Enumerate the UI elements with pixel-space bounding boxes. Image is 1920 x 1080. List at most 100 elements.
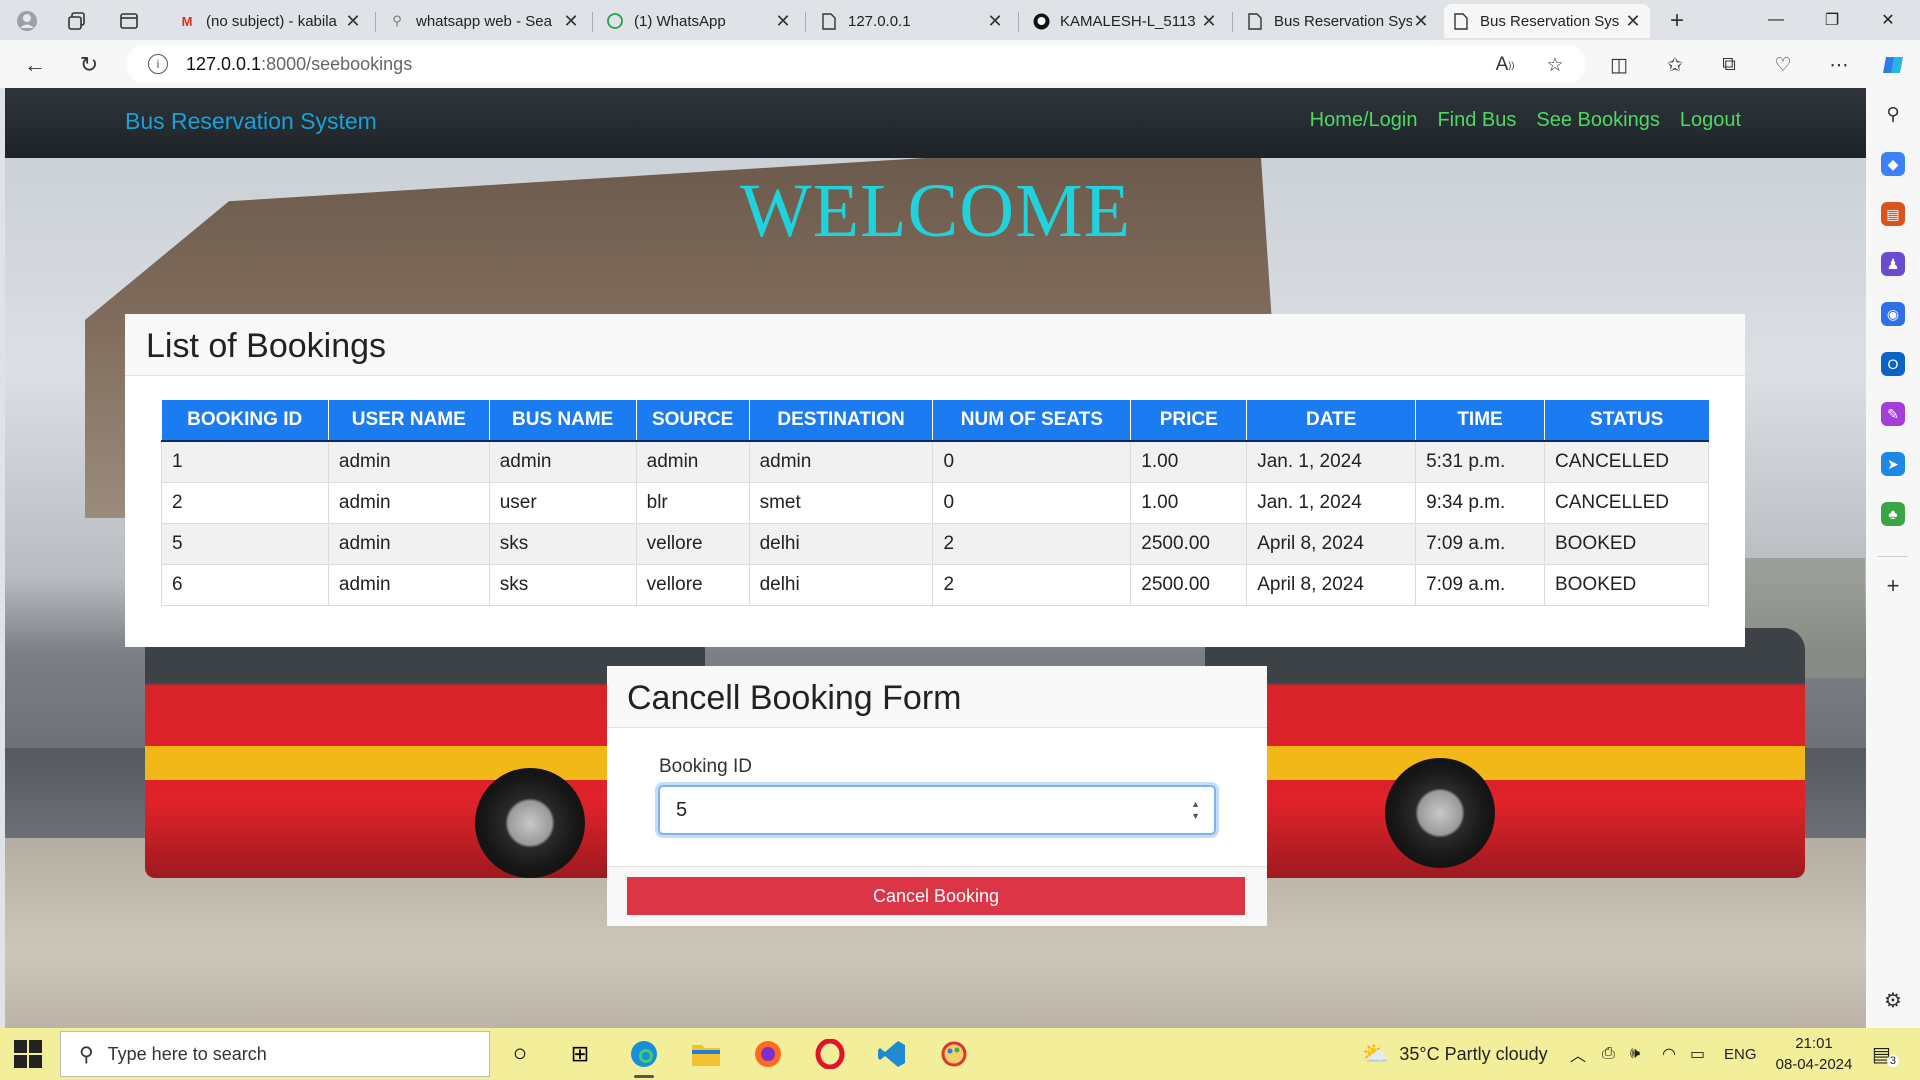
nav-link-home-login[interactable]: Home/Login (1310, 109, 1418, 132)
games-icon[interactable]: ♟ (1881, 252, 1905, 276)
col-user-name: USER NAME (328, 400, 490, 442)
tab-bus-reservation-active[interactable]: Bus Reservation Sys ✕ (1444, 4, 1650, 38)
weather-widget[interactable]: ⛅ 35°C Partly cloudy (1362, 1028, 1548, 1080)
table-header-row: BOOKING ID USER NAME BUS NAME SOURCE DES… (161, 400, 1709, 442)
cancel-booking-button[interactable]: Cancel Booking (627, 877, 1245, 915)
weather-partly-cloudy-icon: ⛅ (1362, 1041, 1390, 1066)
firefox-icon[interactable] (750, 1036, 786, 1072)
cell-time: 7:09 a.m. (1415, 522, 1545, 565)
cell-date: Jan. 1, 2024 (1246, 440, 1417, 483)
workspaces-icon[interactable] (64, 8, 90, 34)
clock-time: 21:01 (1795, 1035, 1833, 1052)
minimize-icon[interactable]: — (1756, 6, 1796, 34)
wifi-icon[interactable]: ◠ (1662, 1028, 1676, 1080)
taskbar-search-box[interactable]: ⚲ Type here to search (60, 1031, 490, 1077)
vscode-icon[interactable] (874, 1036, 910, 1072)
cell-status: CANCELLED (1543, 481, 1710, 524)
background-bus-right (1205, 628, 1805, 878)
close-tab-icon[interactable]: ✕ (562, 11, 580, 32)
send-icon[interactable]: ➤ (1881, 452, 1905, 476)
back-icon[interactable]: ← (20, 50, 50, 80)
tab-search[interactable]: ⚲ whatsapp web - Sea ✕ (380, 4, 588, 38)
cell-bus-name: sks (488, 563, 637, 606)
url-field[interactable]: i 127.0.0.1:8000/seebookings (126, 45, 1586, 83)
cell-date: April 8, 2024 (1246, 522, 1417, 565)
nav-link-find-bus[interactable]: Find Bus (1437, 109, 1516, 132)
close-tab-icon[interactable]: ✕ (774, 11, 792, 32)
close-window-icon[interactable]: ✕ (1868, 6, 1908, 34)
microsoft-365-icon[interactable]: ◉ (1881, 302, 1905, 326)
file-explorer-icon[interactable] (688, 1036, 724, 1072)
col-time: TIME (1415, 400, 1545, 442)
cell-destination: smet (748, 481, 934, 524)
tab-localhost[interactable]: 127.0.0.1 ✕ (812, 4, 1012, 38)
favorites-icon[interactable]: ✩ (1660, 50, 1690, 80)
spinner-down-icon[interactable]: ▼ (1191, 810, 1200, 822)
col-num-of-seats: NUM OF SEATS (932, 400, 1132, 442)
speaker-icon[interactable]: 🕪 (1630, 1028, 1640, 1080)
new-tab-icon[interactable]: + (1664, 7, 1690, 34)
settings-gear-icon[interactable]: ⚙ (1881, 988, 1905, 1012)
cortana-icon[interactable]: ○ (502, 1036, 538, 1072)
collections-icon[interactable]: ⧉ (1714, 50, 1744, 80)
task-view-icon[interactable]: ⊞ (562, 1036, 598, 1072)
browser-essentials-icon[interactable]: ♡ (1768, 50, 1798, 80)
device-icon[interactable]: ⎙ (1602, 1028, 1615, 1080)
add-icon[interactable]: + (1881, 573, 1905, 598)
tab-bus-reservation-1[interactable]: Bus Reservation Sys ✕ (1238, 4, 1438, 38)
col-status: STATUS (1544, 400, 1709, 442)
designer-icon[interactable]: ✎ (1881, 402, 1905, 426)
taskbar-clock[interactable]: 21:01 08-04-2024 (1770, 1033, 1858, 1075)
more-options-icon[interactable]: ⋯ (1824, 50, 1854, 80)
col-destination: DESTINATION (749, 400, 934, 442)
copilot-icon[interactable] (1878, 50, 1908, 80)
spinner-up-icon[interactable]: ▲ (1191, 798, 1200, 810)
restore-icon[interactable]: ❐ (1812, 6, 1852, 34)
read-aloud-icon[interactable]: A)) (1490, 50, 1520, 80)
cell-user-name: admin (327, 563, 490, 606)
nav-links: Home/Login Find Bus See Bookings Logout (1310, 109, 1741, 132)
edge-taskbar-icon[interactable] (626, 1036, 662, 1078)
battery-icon[interactable]: ▭ (1690, 1028, 1705, 1080)
bus-wheel (475, 768, 585, 878)
tab-whatsapp[interactable]: (1) WhatsApp ✕ (598, 4, 800, 38)
site-info-icon[interactable]: i (148, 54, 168, 74)
search-icon[interactable]: ⚲ (1881, 102, 1905, 126)
close-tab-icon[interactable]: ✕ (344, 11, 362, 32)
cancel-form-title: Cancell Booking Form (607, 666, 1267, 728)
notification-center-icon[interactable]: ▤ 3 (1872, 1028, 1900, 1080)
shopping-icon[interactable]: ◆ (1881, 152, 1905, 176)
close-tab-icon[interactable]: ✕ (986, 11, 1004, 32)
split-screen-icon[interactable]: ◫ (1604, 50, 1634, 80)
tab-github[interactable]: KAMALESH-L_5113 ✕ (1024, 4, 1226, 38)
language-indicator[interactable]: ENG (1724, 1028, 1757, 1080)
favorite-star-icon[interactable]: ☆ (1540, 50, 1570, 80)
close-tab-icon[interactable]: ✕ (1624, 11, 1642, 32)
tab-gmail[interactable]: M (no subject) - kabila ✕ (170, 4, 370, 38)
close-tab-icon[interactable]: ✕ (1200, 11, 1218, 32)
close-tab-icon[interactable]: ✕ (1412, 11, 1430, 32)
cell-bus-name: admin (488, 440, 637, 483)
col-source: SOURCE (636, 400, 750, 442)
booking-id-input[interactable]: 5 ▲ ▼ (658, 785, 1216, 835)
cell-time: 9:34 p.m. (1415, 481, 1545, 524)
tools-icon[interactable]: ▤ (1881, 202, 1905, 226)
paint-app-icon[interactable] (936, 1036, 972, 1072)
github-icon (1032, 12, 1050, 30)
col-booking-id: BOOKING ID (161, 400, 329, 442)
site-brand[interactable]: Bus Reservation System (125, 108, 377, 135)
cell-num-of-seats: 0 (932, 440, 1132, 483)
cell-source: vellore (635, 563, 750, 606)
refresh-icon[interactable]: ↻ (74, 50, 104, 80)
tab-actions-icon[interactable] (116, 8, 142, 34)
outlook-icon[interactable]: O (1881, 352, 1905, 376)
number-spinner[interactable]: ▲ ▼ (1191, 798, 1200, 822)
tree-icon[interactable]: ♣ (1881, 502, 1905, 526)
show-hidden-icons-icon[interactable]: ︿ (1570, 1028, 1586, 1080)
windows-start-icon[interactable] (14, 1040, 42, 1068)
nav-link-logout[interactable]: Logout (1680, 109, 1741, 132)
profile-icon[interactable] (14, 8, 40, 34)
bookings-card: List of Bookings BOOKING ID USER NAME BU… (125, 314, 1745, 647)
nav-link-see-bookings[interactable]: See Bookings (1536, 109, 1659, 132)
opera-icon[interactable] (812, 1036, 848, 1072)
